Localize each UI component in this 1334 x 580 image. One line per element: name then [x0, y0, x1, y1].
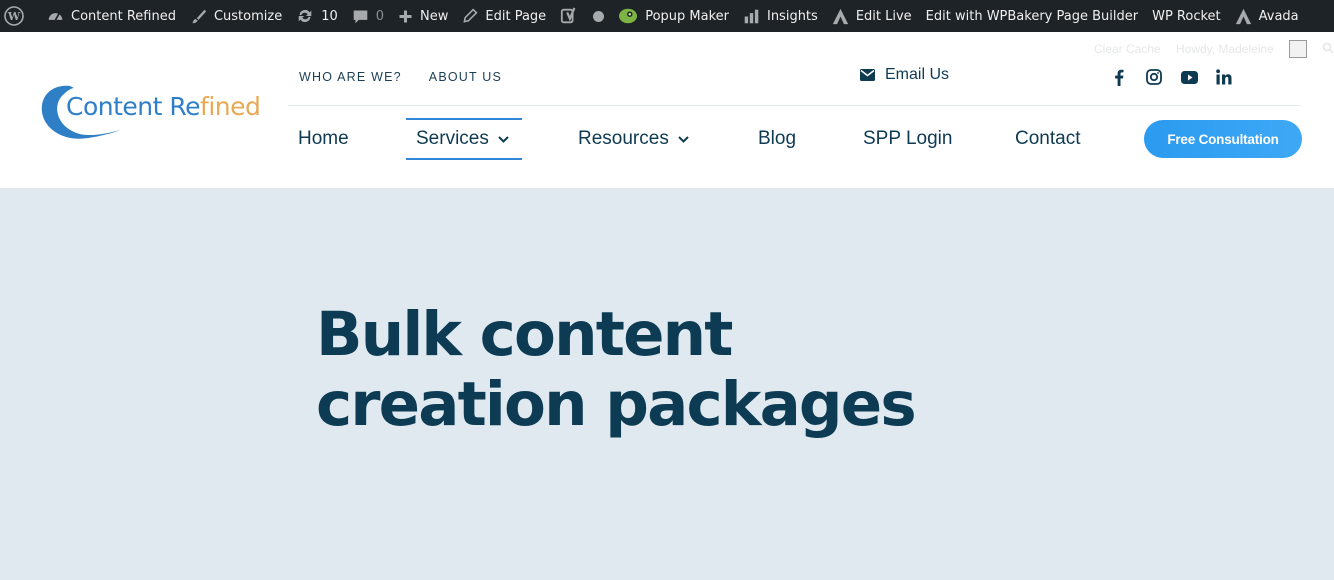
wp-rocket-menu[interactable]: WP Rocket	[1145, 0, 1228, 32]
avada-icon	[832, 8, 848, 24]
nav-spp-login[interactable]: SPP Login	[863, 118, 952, 160]
nav-contact-label: Contact	[1015, 128, 1081, 149]
yoast-menu[interactable]	[553, 0, 611, 32]
about-us-link[interactable]: ABOUT US	[429, 70, 502, 84]
facebook-icon	[1115, 69, 1124, 86]
logo-wordmark: Content Refined	[66, 92, 261, 121]
nav-resources[interactable]: Resources	[578, 118, 689, 160]
admin-bar: W Content Refined Customize 10 0 New Edi…	[0, 0, 1334, 32]
nav-services-label: Services	[416, 128, 489, 149]
nav-resources-label: Resources	[578, 128, 669, 149]
updates-count: 10	[321, 8, 338, 24]
edit-page-link[interactable]: Edit Page	[455, 0, 553, 32]
comments-link[interactable]: 0	[345, 0, 391, 32]
page-title: Bulk content creation packages	[316, 299, 917, 440]
envelope-icon	[860, 69, 875, 81]
wordpress-logo-icon: W	[4, 6, 24, 26]
comment-icon	[353, 10, 368, 23]
header-divider	[288, 105, 1301, 106]
social-links	[1110, 68, 1233, 86]
avada-icon	[1235, 8, 1251, 24]
nav-home[interactable]: Home	[298, 118, 349, 160]
who-are-we-link[interactable]: WHO ARE WE?	[299, 70, 402, 84]
yoast-icon	[561, 7, 576, 24]
top-nav: WHO ARE WE? ABOUT US	[299, 70, 502, 84]
email-us-label: Email Us	[885, 66, 950, 83]
wpbakery-label: Edit with WPBakery Page Builder	[925, 8, 1139, 24]
edit-live-link[interactable]: Edit Live	[825, 0, 919, 32]
linkedin-icon	[1216, 69, 1232, 85]
instagram-icon	[1146, 69, 1162, 85]
insights-menu[interactable]: Insights	[736, 0, 825, 32]
nav-home-label: Home	[298, 128, 349, 149]
nav-blog[interactable]: Blog	[758, 118, 796, 160]
howdy-user-link[interactable]: Howdy, Madeleine	[1176, 42, 1274, 56]
facebook-link[interactable]	[1110, 68, 1128, 86]
clear-cache-link[interactable]: Clear Cache	[1094, 42, 1161, 56]
site-name-label: Content Refined	[71, 8, 176, 24]
logo-text-part2: fined	[200, 92, 261, 121]
new-content-menu[interactable]: New	[391, 0, 455, 32]
youtube-link[interactable]	[1180, 68, 1198, 86]
site-name-menu[interactable]: Content Refined	[40, 0, 183, 32]
free-consultation-button[interactable]: Free Consultation	[1144, 120, 1302, 158]
linkedin-link[interactable]	[1215, 68, 1233, 86]
customize-label: Customize	[213, 8, 283, 24]
nav-contact[interactable]: Contact	[1015, 118, 1080, 160]
popup-maker-menu[interactable]: Popup Maker	[611, 0, 736, 32]
updates-link[interactable]: 10	[289, 0, 345, 32]
comments-count: 0	[375, 8, 385, 24]
edit-live-label: Edit Live	[855, 8, 912, 24]
plus-icon	[399, 10, 412, 22]
search-icon[interactable]	[1322, 42, 1334, 54]
bar-chart-icon	[744, 9, 759, 23]
svg-text:W: W	[7, 10, 21, 23]
site-header: Clear Cache Howdy, Madeleine Content Ref…	[0, 32, 1334, 188]
popup-maker-label: Popup Maker	[645, 8, 729, 24]
youtube-icon	[1180, 70, 1198, 84]
chevron-down-icon	[678, 135, 689, 143]
main-nav: Home Services Resources Blog SPP Login C…	[0, 118, 1334, 160]
customize-link[interactable]: Customize	[183, 0, 289, 32]
popup-maker-icon	[619, 8, 638, 24]
logo-text-part1: Content Re	[66, 92, 201, 121]
dashboard-icon	[48, 12, 63, 20]
free-consultation-label: Free Consultation	[1167, 131, 1279, 147]
seo-status-dot-icon	[593, 10, 605, 22]
avada-label: Avada	[1258, 8, 1299, 24]
nav-spp-login-label: SPP Login	[863, 128, 953, 149]
updates-icon	[298, 9, 312, 23]
avada-menu[interactable]: Avada	[1228, 0, 1306, 32]
nav-services[interactable]: Services	[406, 118, 522, 160]
wordpress-menu[interactable]: W	[0, 0, 40, 32]
insights-label: Insights	[766, 8, 818, 24]
pencil-icon	[463, 8, 478, 23]
chevron-down-icon	[498, 135, 509, 143]
edit-page-label: Edit Page	[485, 8, 547, 24]
paintbrush-icon	[192, 9, 207, 23]
avatar[interactable]	[1289, 40, 1307, 58]
instagram-link[interactable]	[1145, 68, 1163, 86]
new-label: New	[420, 8, 449, 24]
email-us-link[interactable]: Email Us	[860, 66, 949, 84]
wpbakery-link[interactable]: Edit with WPBakery Page Builder	[919, 0, 1145, 32]
wp-rocket-label: WP Rocket	[1152, 8, 1221, 24]
nav-blog-label: Blog	[758, 128, 797, 149]
